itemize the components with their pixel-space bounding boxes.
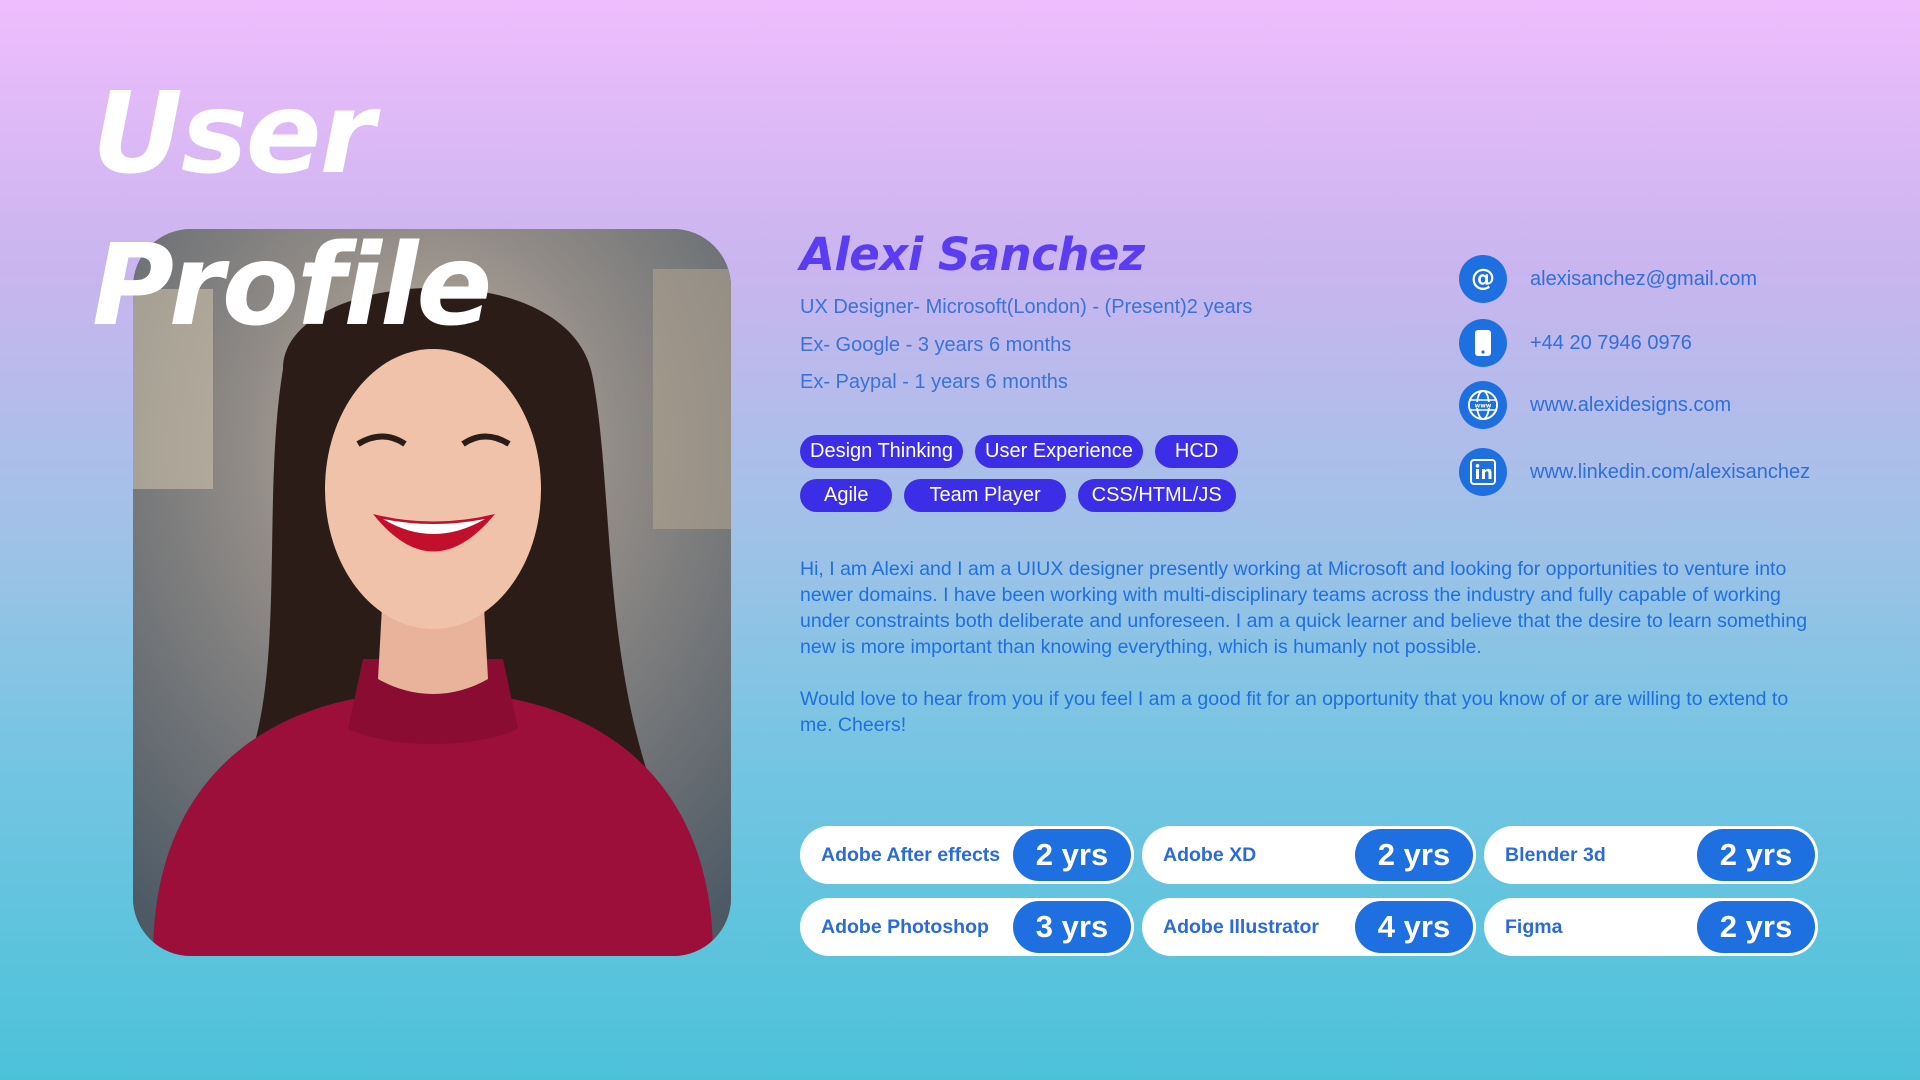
skill-name: Adobe Illustrator bbox=[1163, 915, 1320, 938]
tag-css-html-js: CSS/HTML/JS bbox=[1077, 479, 1236, 512]
svg-text:www: www bbox=[1475, 403, 1492, 410]
bio-paragraph: Hi, I am Alexi and I am a UIUX designer … bbox=[800, 558, 1808, 658]
tag-hcd: HCD bbox=[1154, 435, 1239, 468]
skill-name: Adobe After effects bbox=[821, 843, 1001, 866]
skill-pill: Blender 3d 2 yrs bbox=[1484, 826, 1818, 884]
skill-pill: Adobe Illustrator 4 yrs bbox=[1142, 898, 1476, 956]
tag-team-player: Team Player bbox=[904, 479, 1066, 512]
software-skills: Adobe After effects 2 yrs Adobe XD 2 yrs… bbox=[800, 826, 1818, 956]
tag-agile: Agile bbox=[800, 479, 893, 512]
skill-years: 2 yrs bbox=[1355, 829, 1473, 881]
contact-phone-text[interactable]: +44 20 7946 0976 bbox=[1530, 332, 1692, 355]
contact-linkedin-text[interactable]: www.linkedin.com/alexisanchez bbox=[1530, 461, 1810, 484]
contact-phone[interactable]: +44 20 7946 0976 bbox=[1459, 319, 1879, 367]
contact-website-text[interactable]: www.alexidesigns.com bbox=[1530, 394, 1731, 417]
experience-paypal: Ex- Paypal - 1 years 6 months bbox=[800, 371, 1068, 393]
contact-email[interactable]: @ alexisanchez@gmail.com bbox=[1459, 255, 1879, 303]
skill-years: 2 yrs bbox=[1013, 829, 1131, 881]
contact-linkedin[interactable]: www.linkedin.com/alexisanchez bbox=[1459, 448, 1879, 496]
skill-name: Adobe XD bbox=[1163, 843, 1257, 866]
bio-paragraph: Would love to hear from you if you feel … bbox=[800, 688, 1789, 736]
skill-name: Blender 3d bbox=[1505, 843, 1606, 866]
skill-tags: Design Thinking User Experience HCD Agil… bbox=[800, 435, 1300, 523]
skill-pill: Adobe After effects 2 yrs bbox=[800, 826, 1134, 884]
skill-years: 2 yrs bbox=[1697, 829, 1815, 881]
skill-years: 2 yrs bbox=[1697, 901, 1815, 953]
skill-years: 4 yrs bbox=[1355, 901, 1473, 953]
skill-pill: Adobe XD 2 yrs bbox=[1142, 826, 1476, 884]
skill-pill: Figma 2 yrs bbox=[1484, 898, 1818, 956]
page-title: User Profile bbox=[92, 69, 492, 351]
bio: Hi, I am Alexi and I am a UIUX designer … bbox=[800, 556, 1820, 764]
tag-row: Agile Team Player CSS/HTML/JS bbox=[800, 479, 1300, 512]
tag-design-thinking: Design Thinking bbox=[800, 435, 964, 468]
skill-name: Adobe Photoshop bbox=[821, 915, 989, 938]
contact-website[interactable]: www www.alexidesigns.com bbox=[1459, 381, 1879, 429]
skill-name: Figma bbox=[1505, 915, 1563, 938]
skill-pill: Adobe Photoshop 3 yrs bbox=[800, 898, 1134, 956]
globe-icon: www bbox=[1459, 381, 1507, 429]
svg-text:@: @ bbox=[1471, 264, 1495, 292]
tag-user-experience: User Experience bbox=[975, 435, 1143, 468]
experience-google: Ex- Google - 3 years 6 months bbox=[800, 334, 1072, 356]
phone-icon bbox=[1459, 319, 1507, 367]
profile-name: Alexi Sanchez bbox=[800, 228, 1145, 281]
linkedin-icon bbox=[1459, 448, 1507, 496]
experience-current: UX Designer- Microsoft(London) - (Presen… bbox=[800, 296, 1253, 318]
contact-email-text[interactable]: alexisanchez@gmail.com bbox=[1530, 268, 1757, 291]
at-icon: @ bbox=[1459, 255, 1507, 303]
tag-row: Design Thinking User Experience HCD bbox=[800, 435, 1300, 468]
skill-years: 3 yrs bbox=[1013, 901, 1131, 953]
